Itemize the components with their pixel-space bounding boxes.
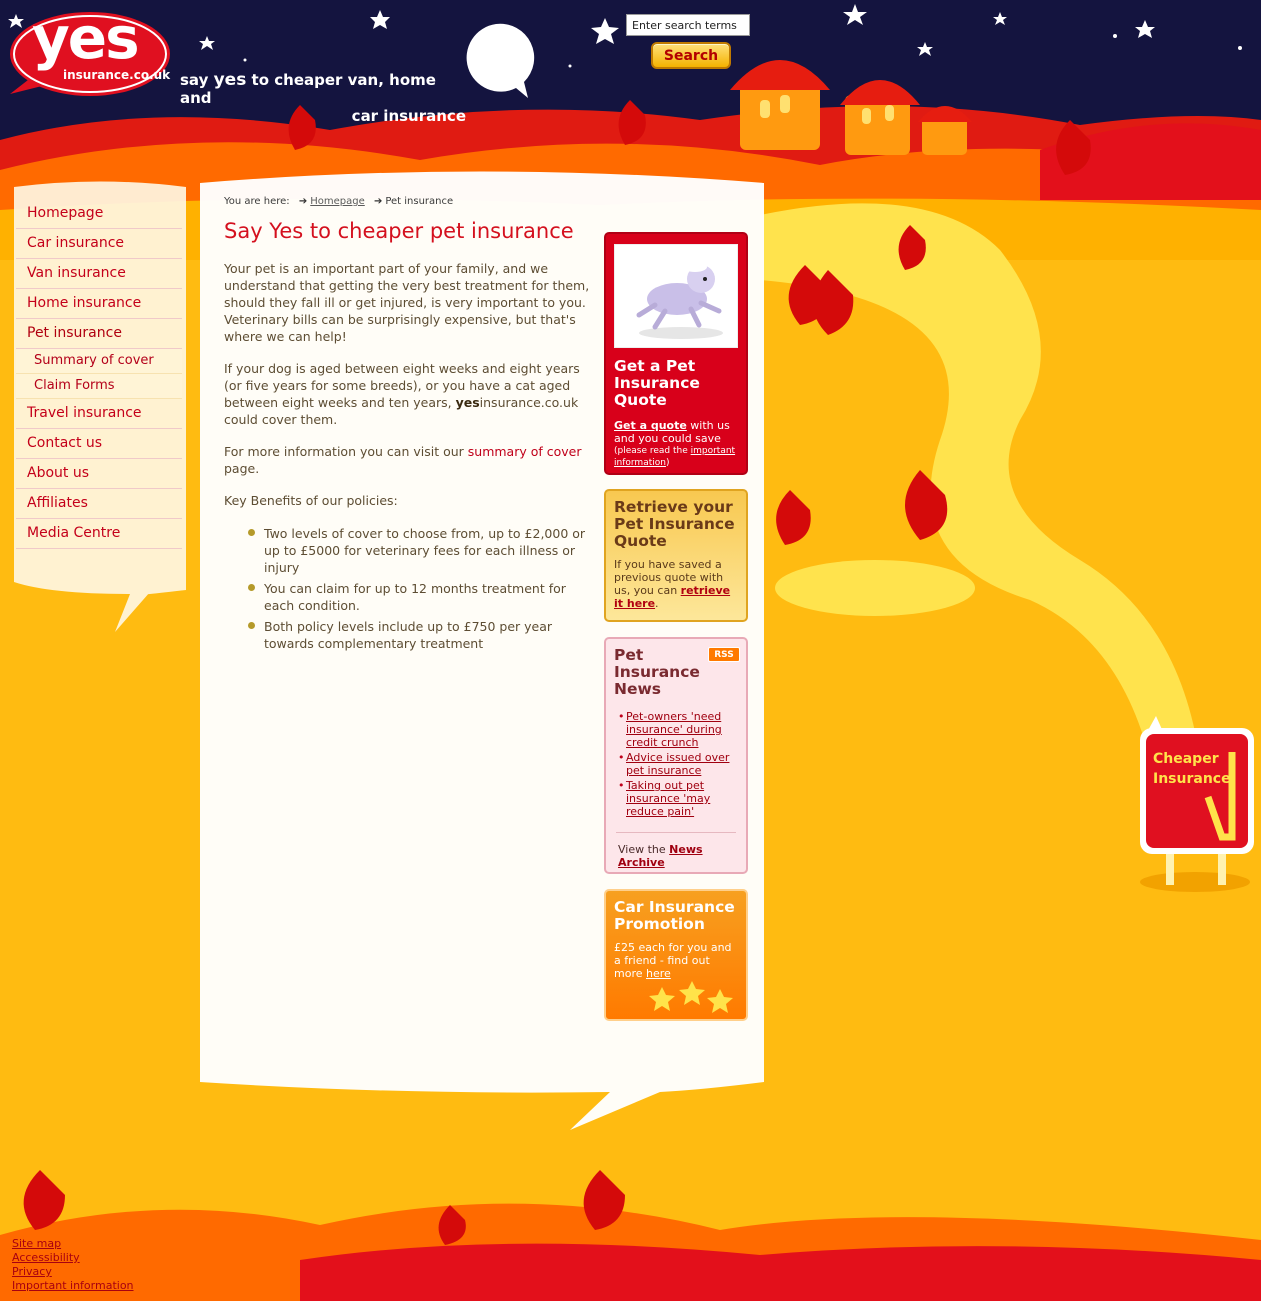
- dog-icon: [636, 262, 723, 339]
- nav-subitem-summary-of-cover[interactable]: Summary of cover: [16, 349, 182, 374]
- list-item: You can claim for up to 12 months treatm…: [248, 580, 596, 614]
- nav-item-affiliates[interactable]: Affiliates: [16, 489, 182, 519]
- nav-item-media-centre[interactable]: Media Centre: [16, 519, 182, 549]
- list-item: Both policy levels include up to £750 pe…: [248, 618, 596, 652]
- search-button[interactable]: Search: [651, 42, 731, 69]
- pet-quote-box: Get a Pet Insurance Quote Get a quote wi…: [604, 232, 748, 475]
- nav-item-contact-us[interactable]: Contact us: [16, 429, 182, 459]
- arrow-right-icon: ➔: [298, 196, 308, 207]
- nav-item-homepage[interactable]: Homepage: [16, 199, 182, 229]
- privacy-link[interactable]: Privacy: [12, 1265, 52, 1278]
- footer-links: Site map Accessibility Privacy Important…: [12, 1237, 134, 1293]
- nav-item-pet-insurance[interactable]: Pet insurance: [16, 319, 182, 349]
- nav-item-car-insurance[interactable]: Car insurance: [16, 229, 182, 259]
- list-item: Two levels of cover to choose from, up t…: [248, 525, 596, 576]
- benefits-heading: Key Benefits of our policies:: [224, 493, 398, 508]
- eligibility-paragraph: If your dog is aged between eight weeks …: [224, 361, 580, 427]
- nav-item-van-insurance[interactable]: Van insurance: [16, 259, 182, 289]
- news-link[interactable]: Advice issued over pet insurance: [626, 751, 729, 777]
- list-item: Privacy: [12, 1265, 134, 1279]
- search-input[interactable]: [626, 14, 750, 36]
- tagline-line1: say yes to cheaper van, home and: [180, 70, 436, 107]
- more-info-paragraph: For more information you can visit our s…: [224, 444, 582, 476]
- nav-item-home-insurance[interactable]: Home insurance: [16, 289, 182, 319]
- nav-subitem-claim-forms[interactable]: Claim Forms: [16, 374, 182, 399]
- accessibility-link[interactable]: Accessibility: [12, 1251, 80, 1264]
- retrieve-quote-box: Retrieve your Pet Insurance Quote If you…: [604, 489, 748, 622]
- nav-item-about-us[interactable]: About us: [16, 459, 182, 489]
- site-logo[interactable]: yes insurance.co.uk: [8, 4, 174, 102]
- breadcrumb-home-link[interactable]: Homepage: [310, 196, 365, 207]
- quote-box-note: (please read the important information): [614, 446, 736, 468]
- sidebar-nav: Homepage Car insurance Van insurance Hom…: [16, 199, 182, 549]
- news-link[interactable]: Taking out pet insurance 'may reduce pai…: [626, 779, 710, 818]
- tagline-line2: car insurance: [351, 107, 466, 125]
- site-map-link[interactable]: Site map: [12, 1237, 61, 1250]
- promo-box-title: Car Insurance Promotion: [614, 898, 735, 933]
- news-box-title: Pet Insurance News: [614, 646, 700, 698]
- breadcrumb-prefix: You are here:: [224, 196, 290, 207]
- arrow-right-icon: ➔: [373, 196, 383, 207]
- pond: [775, 560, 975, 616]
- list-item: Site map: [12, 1237, 134, 1251]
- quote-box-text: Get a quote with us and you could save: [614, 419, 730, 445]
- tagline: say yes to cheaper van, home and car ins…: [180, 71, 470, 125]
- intro-paragraph: Your pet is an important part of your fa…: [224, 261, 590, 344]
- page-title: Say Yes to cheaper pet insurance: [224, 219, 574, 243]
- news-link[interactable]: Pet-owners 'need insurance' during credi…: [626, 710, 722, 749]
- list-item: Important information: [12, 1279, 134, 1293]
- cheaper-insurance-sign-text[interactable]: Cheaper Insurance: [1153, 749, 1231, 789]
- stars-icon: [649, 981, 733, 1013]
- logo-word: yes: [32, 4, 140, 72]
- news-archive-text: View the News Archive: [618, 843, 703, 869]
- list-item: Advice issued over pet insurance: [618, 751, 738, 777]
- main-content: Your pet is an important part of your fa…: [224, 260, 596, 656]
- divider: [616, 832, 736, 833]
- retrieve-box-title: Retrieve your Pet Insurance Quote: [614, 498, 735, 550]
- breadcrumb: You are here: ➔ Homepage ➔ Pet insurance: [224, 196, 453, 207]
- get-a-quote-link[interactable]: Get a quote: [614, 419, 687, 432]
- logo-domain: insurance.co.uk: [63, 68, 171, 82]
- quote-box-title: Get a Pet Insurance Quote: [614, 357, 700, 409]
- car-promo-box: Car Insurance Promotion £25 each for you…: [604, 889, 748, 1021]
- pet-news-box: Pet Insurance News RSS Pet-owners 'need …: [604, 637, 748, 874]
- list-item: Accessibility: [12, 1251, 134, 1265]
- list-item: Taking out pet insurance 'may reduce pai…: [618, 779, 738, 818]
- nav-item-travel-insurance[interactable]: Travel insurance: [16, 399, 182, 429]
- benefits-list: Two levels of cover to choose from, up t…: [224, 525, 596, 652]
- retrieve-box-text: If you have saved a previous quote with …: [614, 558, 731, 610]
- list-item: Pet-owners 'need insurance' during credi…: [618, 710, 738, 749]
- rss-icon[interactable]: RSS: [708, 647, 740, 662]
- summary-of-cover-link[interactable]: summary of cover: [468, 444, 582, 459]
- breadcrumb-current: Pet insurance: [385, 196, 454, 207]
- news-list: Pet-owners 'need insurance' during credi…: [614, 710, 738, 818]
- flying-dog-image: [614, 244, 738, 348]
- important-information-footer-link[interactable]: Important information: [12, 1279, 134, 1292]
- promo-box-text: £25 each for you and a friend - find out…: [614, 941, 732, 980]
